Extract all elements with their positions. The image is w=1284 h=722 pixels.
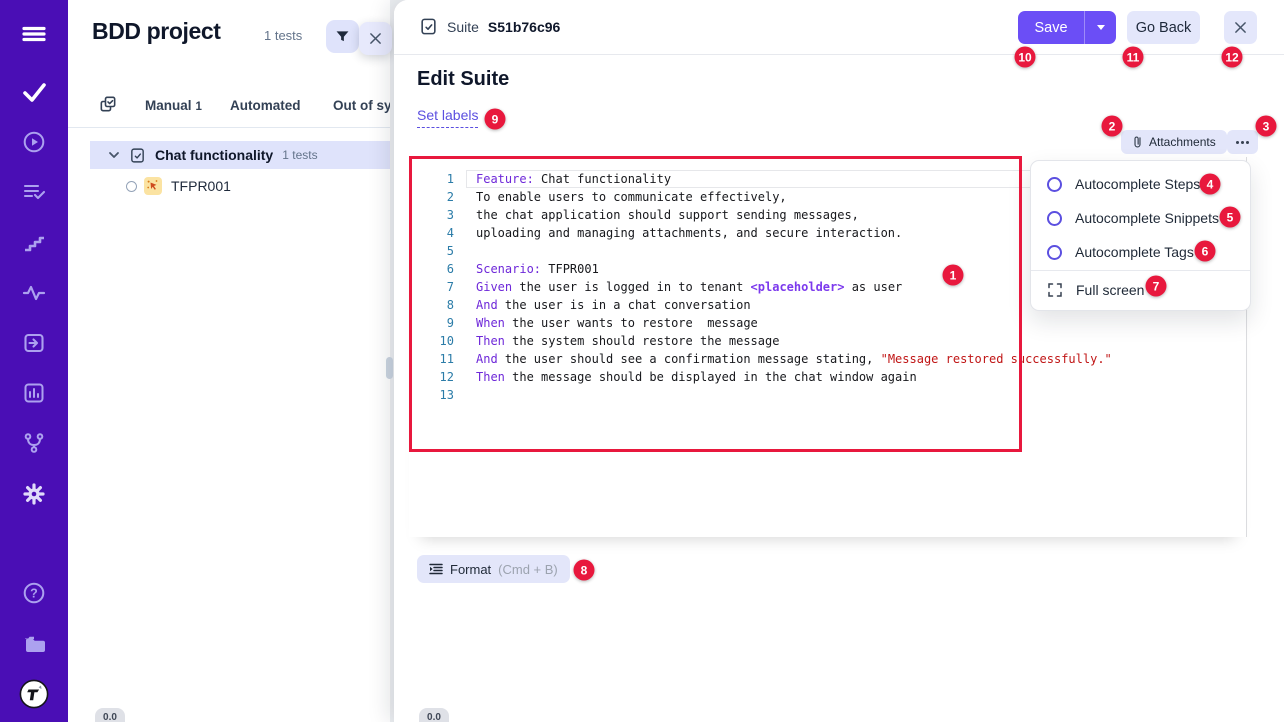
import-icon[interactable] (0, 331, 68, 355)
cutoff-pill[interactable]: 0.0 (419, 708, 449, 722)
tree-row-suite[interactable]: Chat functionality 1 tests (90, 141, 390, 169)
menu-item-autocomplete-tags[interactable]: Autocomplete Tags (1031, 235, 1250, 269)
pulse-icon[interactable] (0, 281, 68, 305)
menu-item-autocomplete-snippets[interactable]: Autocomplete Snippets (1031, 201, 1250, 235)
test-name: TFPR001 (171, 178, 231, 194)
line-number: 8 (409, 296, 454, 314)
page-title: Edit Suite (417, 68, 509, 91)
line-code: Then the system should restore the messa… (466, 332, 1246, 350)
menu-icon[interactable] (0, 22, 68, 46)
panel-tabs: Manual1 Automated Out of sy (68, 85, 390, 128)
editor-line[interactable]: 9 When the user wants to restore message (409, 314, 1246, 332)
radio-icon (1047, 245, 1062, 260)
reports-icon[interactable] (0, 381, 68, 405)
tab-manual[interactable]: Manual1 (145, 98, 202, 113)
branch-icon[interactable] (0, 431, 68, 455)
suite-doc-icon (419, 17, 438, 36)
close-icon (369, 32, 382, 45)
files-icon[interactable] (0, 632, 68, 656)
tests-icon[interactable] (0, 80, 68, 104)
paperclip-icon (1132, 135, 1143, 149)
edit-suite-drawer: Suite S51b76c96 Save Go Back Edit Suite … (394, 0, 1284, 722)
line-number: 4 (409, 224, 454, 242)
app-root: { "colors": { "sidebar_purple": "#4A0EB5… (0, 0, 1284, 722)
project-title: BDD project (92, 18, 221, 45)
panel-close-button[interactable] (359, 22, 392, 55)
close-icon (1234, 21, 1247, 34)
runs-icon[interactable] (0, 130, 68, 154)
save-button[interactable]: Save (1018, 11, 1116, 44)
suite-name: Chat functionality (155, 147, 273, 163)
line-number: 11 (409, 350, 454, 368)
plans-icon[interactable] (0, 180, 68, 204)
go-back-button[interactable]: Go Back (1127, 11, 1200, 44)
suite-doc-icon (129, 147, 146, 164)
settings-gear-icon[interactable] (0, 482, 68, 506)
set-labels-link[interactable]: Set labels (417, 107, 478, 128)
tab-manual-count: 1 (196, 101, 202, 113)
funnel-icon (334, 28, 351, 45)
context-menu: Autocomplete Steps Autocomplete Snippets… (1030, 160, 1251, 311)
line-code: When the user wants to restore message (466, 314, 1246, 332)
format-button[interactable]: Format (Cmd + B) (417, 555, 570, 583)
editor-line[interactable]: 13 (409, 386, 1246, 404)
radio-icon (1047, 211, 1062, 226)
line-code: Then the message should be displayed in … (466, 368, 1246, 386)
fullscreen-icon (1047, 282, 1063, 298)
more-options-button[interactable] (1227, 130, 1258, 154)
select-all-icon[interactable] (98, 94, 118, 114)
suite-id: S51b76c96 (488, 19, 560, 35)
suite-breadcrumb: Suite S51b76c96 (419, 17, 560, 36)
format-shortcut: (Cmd + B) (498, 562, 558, 577)
svg-text:?: ? (30, 587, 38, 601)
panel-scrollbar-thumb[interactable] (386, 357, 393, 379)
tab-automated[interactable]: Automated (230, 98, 301, 113)
chevron-down-icon (1097, 25, 1105, 30)
save-dropdown-toggle[interactable] (1085, 11, 1116, 44)
test-select-radio[interactable] (126, 181, 137, 192)
line-number: 7 (409, 278, 454, 296)
manual-test-icon (144, 177, 162, 195)
editor-line[interactable]: 11 And the user should see a confirmation… (409, 350, 1246, 368)
help-icon[interactable]: ? (0, 581, 68, 605)
line-number: 5 (409, 242, 454, 260)
icon-rail: ? (0, 0, 68, 722)
suite-entity-label: Suite (447, 19, 479, 35)
filter-button[interactable] (326, 20, 359, 53)
line-number: 6 (409, 260, 454, 278)
line-number: 12 (409, 368, 454, 386)
project-panel: BDD project 1 tests Manual1 Automated Ou… (68, 0, 390, 722)
editor-line[interactable]: 10 Then the system should restore the mes… (409, 332, 1246, 350)
chevron-down-icon[interactable] (108, 149, 120, 161)
attachments-button[interactable]: Attachments (1121, 130, 1227, 154)
drawer-close-button[interactable] (1224, 11, 1257, 44)
line-code: And the user should see a confirmation m… (466, 350, 1246, 368)
cutoff-pill[interactable]: 0.0 (95, 708, 125, 722)
steps-icon[interactable] (0, 231, 68, 255)
line-number: 3 (409, 206, 454, 224)
radio-icon (1047, 177, 1062, 192)
line-code (466, 386, 1246, 404)
app-logo[interactable] (0, 679, 68, 709)
project-test-count: 1 tests (264, 28, 302, 43)
menu-item-autocomplete-steps[interactable]: Autocomplete Steps (1031, 167, 1250, 201)
line-number: 2 (409, 188, 454, 206)
drawer-topbar: Suite S51b76c96 Save Go Back (394, 0, 1284, 55)
menu-item-full-screen[interactable]: Full screen (1031, 272, 1250, 308)
line-number: 10 (409, 332, 454, 350)
menu-divider (1031, 270, 1250, 271)
tab-out-of-sync[interactable]: Out of sy (333, 98, 390, 113)
format-indent-icon (429, 562, 443, 576)
suite-test-count: 1 tests (282, 148, 317, 162)
editor-line[interactable]: 12 Then the message should be displayed i… (409, 368, 1246, 386)
line-number: 1 (409, 170, 454, 188)
line-number: 9 (409, 314, 454, 332)
tree-row-test[interactable]: TFPR001 (90, 172, 390, 200)
line-number: 13 (409, 386, 454, 404)
